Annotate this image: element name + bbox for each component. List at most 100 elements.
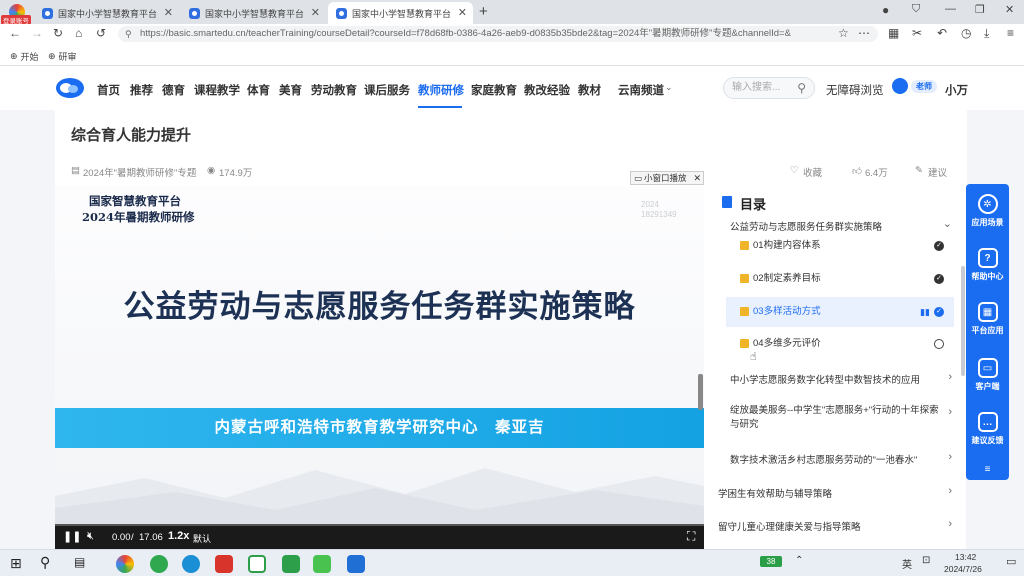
- nav-moral[interactable]: 德育: [162, 82, 185, 98]
- lesson-item[interactable]: 04多维多元评价: [726, 329, 954, 359]
- video-player[interactable]: 国家智慧教育平台 2024年暑期教师研修 2024 18291349 公益劳动与…: [55, 186, 704, 549]
- help-icon: ?: [977, 248, 998, 268]
- camtasia-app-icon[interactable]: [248, 555, 266, 573]
- language-indicator[interactable]: 英: [902, 556, 912, 571]
- nav-family[interactable]: 家庭教育: [471, 82, 517, 98]
- browser-tab-strip: 登录账号 国家中小学智慧教育平台 ✕ 国家中小学智慧教育平台 ✕ 国家中小学智慧…: [0, 0, 1024, 25]
- task-view-icon[interactable]: ▤: [74, 555, 85, 569]
- bookmark-item[interactable]: ⊕ 开始: [10, 50, 39, 63]
- restore-icon[interactable]: ❐: [975, 3, 985, 16]
- scissors-icon[interactable]: ✂: [912, 26, 922, 40]
- nav-textbook[interactable]: 教材: [578, 82, 601, 98]
- clock-icon[interactable]: ◷: [961, 26, 971, 40]
- collapse-panel-icon[interactable]: ≡: [966, 464, 1009, 475]
- search-icon[interactable]: ⚲: [797, 78, 806, 98]
- refresh-icon[interactable]: ↻: [53, 26, 63, 40]
- client-button[interactable]: ▭ 客户端: [966, 358, 1009, 392]
- shirt-icon[interactable]: ⛉: [912, 3, 920, 16]
- browser-tab-active[interactable]: 国家中小学智慧教育平台 ✕: [328, 2, 473, 24]
- browser-tab[interactable]: 国家中小学智慧教育平台 ✕: [34, 2, 179, 24]
- thumbs-up-icon[interactable]: 👍︎: [852, 165, 862, 177]
- record-icon[interactable]: ●: [882, 3, 889, 17]
- fullscreen-icon[interactable]: ⛶: [687, 529, 695, 544]
- video-frame[interactable]: 国家智慧教育平台 2024年暑期教师研修 2024 18291349 公益劳动与…: [55, 186, 704, 526]
- tray-chevron-icon[interactable]: ⌃: [795, 555, 803, 566]
- catalog-scrollbar[interactable]: [961, 266, 965, 376]
- mute-icon[interactable]: 🔇︎: [87, 530, 94, 543]
- close-window-icon[interactable]: ✕: [1005, 3, 1014, 16]
- back-icon[interactable]: ←: [9, 26, 21, 40]
- favorite-button[interactable]: 收藏: [803, 165, 822, 179]
- quality-button[interactable]: 默认: [193, 532, 211, 545]
- download-icon[interactable]: ⤓: [984, 26, 989, 41]
- popout-button[interactable]: ▭ 小窗口播放 ✕: [630, 171, 704, 185]
- bookmarks-bar: ⊕ 开始 ⊕ 研审: [0, 44, 1024, 66]
- extensions-icon[interactable]: ▦: [888, 26, 899, 40]
- platform-apps-button[interactable]: ▦ 平台应用: [966, 302, 1009, 336]
- suggest-button[interactable]: 建议: [928, 165, 947, 179]
- battery-icon[interactable]: 38: [760, 556, 782, 567]
- lesson-item-active[interactable]: 03多样活动方式 ▮▮ ✓: [726, 297, 954, 327]
- search-icon[interactable]: ⚲: [40, 554, 50, 571]
- user-avatar-icon[interactable]: [892, 78, 908, 94]
- nav-teacher-training[interactable]: 教师研修: [418, 82, 464, 98]
- accessibility-link[interactable]: 无障碍浏览: [826, 82, 884, 98]
- chrome-app-icon[interactable]: [116, 555, 134, 573]
- forward-icon[interactable]: →: [31, 26, 43, 40]
- speed-button[interactable]: 1.2x: [168, 530, 189, 542]
- nav-arts[interactable]: 美育: [279, 82, 302, 98]
- nav-course-teaching[interactable]: 课程教学: [194, 82, 240, 98]
- tab-title: 国家中小学智慧教育平台: [205, 8, 305, 19]
- more-icon[interactable]: ⋯: [858, 26, 870, 40]
- clock-time[interactable]: 13:42: [955, 552, 976, 562]
- address-bar[interactable]: ⚲ https://basic.smartedu.cn/teacherTrain…: [118, 26, 878, 42]
- clock-date[interactable]: 2024/7/26: [944, 564, 982, 574]
- menu-icon[interactable]: ≡: [1007, 26, 1014, 40]
- close-icon[interactable]: ✕: [693, 172, 701, 184]
- edge-app-icon[interactable]: [182, 555, 200, 573]
- close-icon[interactable]: ✕: [311, 6, 320, 19]
- username[interactable]: 小万: [945, 82, 968, 98]
- feedback-button[interactable]: … 建议反馈: [966, 412, 1009, 446]
- duration: 17.06: [139, 532, 163, 543]
- nav-home[interactable]: 首页: [97, 82, 120, 98]
- bookmark-item[interactable]: ⊕ 研审: [48, 50, 77, 63]
- app-icon-red[interactable]: [215, 555, 233, 573]
- nav-labor[interactable]: 劳动教育: [311, 82, 357, 98]
- tablet-app-icon[interactable]: [347, 555, 365, 573]
- undo-history-icon[interactable]: ↶: [937, 26, 947, 40]
- browser-tab[interactable]: 国家中小学智慧教育平台 ✕: [181, 2, 326, 24]
- heart-icon[interactable]: ♡: [790, 165, 799, 176]
- star-icon[interactable]: ☆: [838, 26, 849, 40]
- like-count[interactable]: 6.4万: [865, 165, 888, 179]
- wechat-app-icon[interactable]: [313, 555, 331, 573]
- nav-reform[interactable]: 教改经验: [524, 82, 570, 98]
- home-icon[interactable]: ⌂: [75, 26, 82, 40]
- video-scrollbar-thumb[interactable]: [698, 374, 703, 410]
- camtasia-app-icon-2[interactable]: [282, 555, 300, 573]
- nav-after-school[interactable]: 课后服务: [364, 82, 410, 98]
- lesson-item[interactable]: 01构建内容体系 ✓: [726, 231, 954, 261]
- undo-icon[interactable]: ↺: [96, 26, 106, 40]
- minimize-icon[interactable]: —: [945, 3, 956, 15]
- nav-sports[interactable]: 体育: [247, 82, 270, 98]
- close-icon[interactable]: ✕: [458, 6, 467, 19]
- search-input[interactable]: 输入搜索... ⚲: [723, 77, 815, 99]
- nav-yunnan[interactable]: 云南频道: [618, 82, 664, 98]
- site-logo-icon[interactable]: [55, 75, 85, 99]
- edit-icon[interactable]: ✎: [915, 165, 923, 176]
- notification-icon[interactable]: ▭: [1006, 555, 1016, 568]
- app-scenes-button[interactable]: ✲ 应用场景: [966, 194, 1009, 228]
- windows-start-icon[interactable]: ⊞: [10, 555, 22, 572]
- ie-app-icon[interactable]: [150, 555, 168, 573]
- feedback-icon: …: [977, 412, 998, 432]
- ime-icon[interactable]: ⊡: [922, 555, 930, 566]
- pause-icon[interactable]: ❚❚: [63, 530, 81, 543]
- browser-toolbar: ← → ↻ ⌂ ↺ ⚲ https://basic.smartedu.cn/te…: [0, 24, 1024, 44]
- nav-recommend[interactable]: 推荐: [130, 82, 153, 98]
- lesson-item[interactable]: 02制定素养目标 ✓: [726, 264, 954, 294]
- new-tab-icon[interactable]: +: [479, 3, 488, 20]
- help-center-button[interactable]: ? 帮助中心: [966, 248, 1009, 282]
- close-icon[interactable]: ✕: [164, 6, 173, 19]
- popout-icon: ▭: [634, 173, 643, 183]
